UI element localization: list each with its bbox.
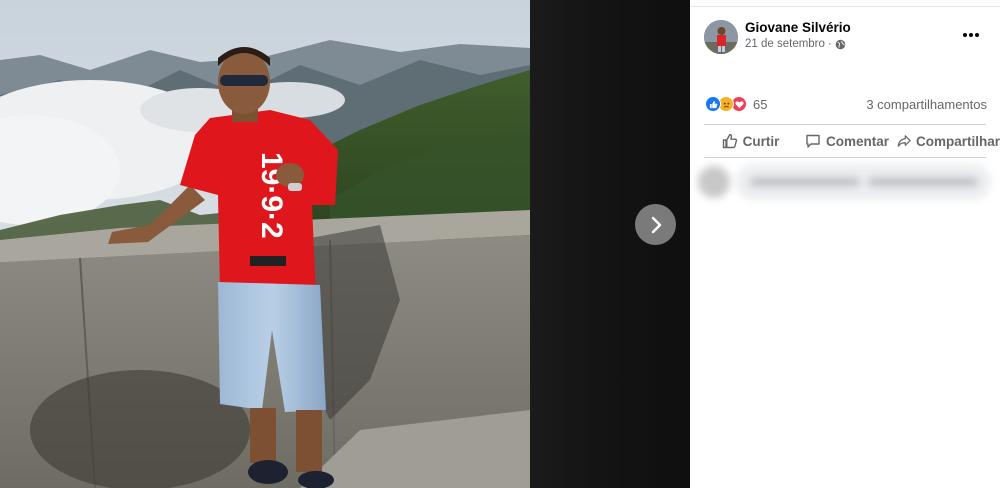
- reactions-summary[interactable]: 65: [705, 96, 767, 112]
- post-side-panel: Giovane Silvério 21 de setembro · 65 3 c…: [690, 0, 1000, 488]
- comment-label: Comentar: [825, 133, 889, 149]
- comment-avatar: [698, 166, 730, 198]
- share-count[interactable]: 3 compartilhamentos: [866, 97, 987, 112]
- share-label: Compartilhar: [915, 133, 1000, 149]
- photo-illustration: 19·9·2: [0, 0, 530, 488]
- comment-text-blur: [750, 178, 860, 186]
- like-reaction-icon: [705, 96, 721, 112]
- like-label: Curtir: [742, 133, 780, 149]
- chevron-right-icon: [651, 216, 661, 233]
- comment-button[interactable]: Comentar: [797, 126, 897, 156]
- more-dots-icon: [962, 33, 967, 37]
- actions-top-divider: [704, 124, 986, 125]
- photo-viewer: 19·9·2: [0, 0, 690, 488]
- actions-bottom-divider: [704, 157, 986, 158]
- viewer-background: [530, 0, 690, 488]
- more-dot: [975, 33, 980, 37]
- post-actions: Curtir Comentar Compartilhar: [704, 126, 1000, 156]
- share-button[interactable]: Compartilhar: [897, 126, 1000, 156]
- comment-icon: [806, 134, 820, 148]
- globe-icon[interactable]: [835, 39, 846, 50]
- like-button[interactable]: Curtir: [704, 126, 797, 156]
- next-photo-button[interactable]: [635, 204, 676, 245]
- post-meta: 21 de setembro ·: [745, 38, 846, 50]
- reaction-count: 65: [753, 96, 768, 112]
- comment-text-blur: [868, 178, 978, 186]
- blurred-comment: [692, 162, 997, 202]
- avatar-image: [704, 20, 738, 54]
- panel-divider: [690, 6, 1000, 7]
- meta-separator: ·: [827, 38, 832, 50]
- post-date[interactable]: 21 de setembro: [745, 38, 825, 50]
- share-icon: [897, 135, 911, 147]
- comment-bubble: [736, 164, 991, 200]
- post-author-name[interactable]: Giovane Silvério: [745, 20, 851, 35]
- more-options-button[interactable]: [960, 26, 982, 44]
- avatar[interactable]: [704, 20, 738, 54]
- more-dot: [969, 33, 973, 37]
- thumbs-up-icon: [722, 133, 737, 149]
- post-photo[interactable]: 19·9·2: [0, 0, 530, 488]
